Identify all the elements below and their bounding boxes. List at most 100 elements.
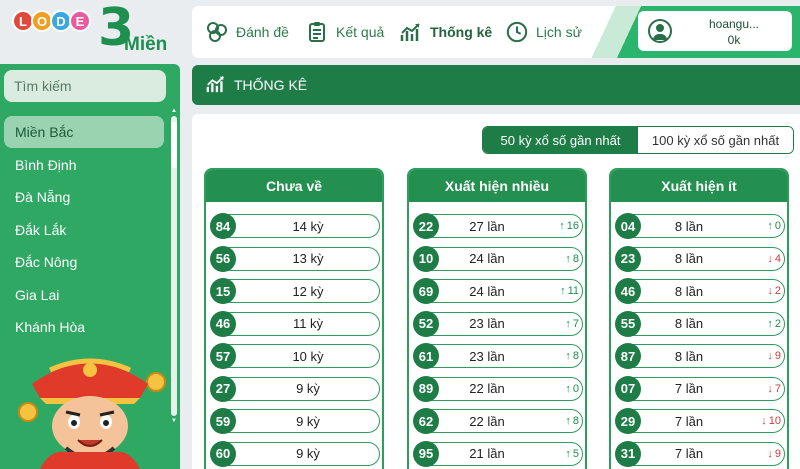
stat-value: 24 lần [469,283,505,299]
scrollbar-thumb[interactable] [171,122,177,168]
clock-icon [506,21,528,43]
stat-row[interactable]: 59 9 kỳ [210,408,380,434]
stat-row[interactable]: 61 23 lần ↑ 8 [413,343,583,369]
search-input[interactable]: Tìm kiếm [4,70,166,102]
username: hoangu... [708,17,760,31]
dice-icon [206,21,228,43]
toggle-100-ky[interactable]: 100 kỳ xổ số gần nhất [638,127,793,153]
panel-title: Xuất hiện ít [611,170,787,202]
change-value: 9 [774,447,781,460]
user-account[interactable]: hoangu... 0k [638,11,792,51]
stat-row[interactable]: 60 9 kỳ [210,440,380,467]
arrow-up-icon: ↑ [565,415,571,427]
stat-row[interactable]: 95 21 lần ↑ 5 [413,440,583,467]
stat-row[interactable]: 52 23 lần ↑ 7 [413,310,583,337]
sidebar-item-region[interactable]: Đắc Nông [4,246,164,278]
nav-label: Kết quả [336,24,385,40]
change-value: 4 [774,252,781,265]
sidebar-scrollbar[interactable]: ▲ ▼ [171,108,177,424]
scroll-down-icon[interactable]: ▼ [171,418,177,424]
sidebar-item-region[interactable]: Miền Bắc [4,116,164,148]
stat-value: 12 kỳ [292,283,324,299]
stat-value: 23 lần [469,348,505,364]
toggle-50-ky[interactable]: 50 kỳ xổ số gần nhất [483,127,638,153]
change-value: 0 [774,220,781,232]
clipboard-icon [306,21,328,43]
sidebar-item-region[interactable]: Khánh Hòa [4,311,164,343]
stat-row[interactable]: 55 8 lần ↑ 2 [615,310,785,337]
change-indicator: ↓ 9 [767,442,781,466]
stat-row[interactable]: 07 7 lần ↓ 7 [615,375,785,402]
change-value: 8 [572,252,579,265]
stat-row[interactable]: 27 9 kỳ [210,375,380,402]
change-indicator: ↑ 8 [565,247,579,271]
nav-danh-de[interactable]: Đánh đề [206,6,289,58]
lottery-number: 56 [210,245,236,272]
stat-row[interactable]: 22 27 lần ↑ 16 [413,213,583,239]
stat-value: 8 lần [674,348,704,364]
panel-title: Xuất hiện nhiều [409,170,585,202]
stats-content: 50 kỳ xổ số gần nhất 100 kỳ xổ số gần nh… [192,114,800,469]
stat-row[interactable]: 69 24 lần ↑ 11 [413,278,583,304]
change-value: 9 [774,350,781,362]
nav-ket-qua[interactable]: Kết quả [306,6,384,58]
nav-thong-ke[interactable]: Thống kê [400,6,492,58]
nav-lich-su[interactable]: Lịch sử [506,6,582,58]
sidebar-item-region[interactable]: Đắk Lắk [4,214,164,246]
logo-word: Miền [124,34,168,55]
stat-row[interactable]: 62 22 lần ↑ 8 [413,408,583,434]
change-value: 0 [572,382,579,395]
stat-row[interactable]: 15 12 kỳ [210,278,380,304]
stat-value: 13 kỳ [292,251,324,266]
user-avatar-icon [648,19,672,43]
change-indicator: ↑ 11 [560,279,579,303]
chart-line-icon [206,74,226,97]
scroll-up-icon[interactable]: ▲ [171,108,177,114]
change-indicator: ↑ 16 [559,214,579,238]
stat-row[interactable]: 56 13 kỳ [210,245,380,272]
logo-ball: E [69,10,91,32]
sidebar: Tìm kiếm Miền Bắc Bình Định Đà Nẵng Đắk Lắk… [0,64,180,469]
stats-panel: Xuất hiện ít 04 8 lần ↑ 0 23 8 lần ↓ 4 46 8 lần ↓ 2 5… [609,168,789,469]
stat-row[interactable]: 57 10 kỳ [210,343,380,369]
stat-row[interactable]: 84 14 kỳ [210,213,380,239]
stat-value: 7 lần [674,446,704,461]
change-indicator: ↑ 0 [767,214,781,238]
site-logo[interactable]: LODE 3 Miền [12,2,172,60]
stat-row[interactable]: 46 11 kỳ [210,310,380,337]
stat-row[interactable]: 04 8 lần ↑ 0 [615,213,785,239]
stat-value: 24 lần [469,251,505,266]
change-indicator: ↓ 4 [767,247,781,271]
stat-row[interactable]: 10 24 lần ↑ 8 [413,245,583,272]
stat-value: 22 lần [469,381,505,396]
nav-label: Đánh đề [236,24,289,40]
stat-value: 21 lần [469,446,505,461]
sidebar-item-region[interactable]: Bình Định [4,149,164,181]
arrow-down-icon: ↓ [761,415,767,427]
lottery-number: 59 [210,408,236,434]
sidebar-item-region[interactable]: Đà Nẵng [4,181,164,213]
stat-row[interactable]: 29 7 lần ↓ 10 [615,408,785,434]
stat-row[interactable]: 87 8 lần ↓ 9 [615,343,785,369]
lottery-number: 15 [210,278,236,304]
section-title: THỐNG KÊ [234,77,308,93]
sidebar-item-region[interactable]: Gia Lai [4,279,164,311]
stat-value: 8 lần [674,316,704,331]
arrow-up-icon: ↑ [565,252,571,265]
stat-row[interactable]: 89 22 lần ↑ 0 [413,375,583,402]
stat-row[interactable]: 23 8 lần ↓ 4 [615,245,785,272]
change-value: 2 [774,285,781,297]
stat-row[interactable]: 46 8 lần ↓ 2 [615,278,785,304]
change-indicator: ↓ 9 [767,344,781,368]
stat-value: 8 lần [674,251,704,266]
change-value: 8 [572,350,579,362]
arrow-down-icon: ↓ [767,285,773,297]
stat-value: 7 lần [674,381,704,396]
change-value: 11 [567,285,579,297]
change-indicator: ↑ 0 [565,377,579,401]
arrow-up-icon: ↑ [559,220,565,232]
lottery-number: 60 [210,440,236,467]
stat-value: 8 lần [674,218,704,234]
arrow-down-icon: ↓ [767,447,773,460]
stat-row[interactable]: 31 7 lần ↓ 9 [615,440,785,467]
